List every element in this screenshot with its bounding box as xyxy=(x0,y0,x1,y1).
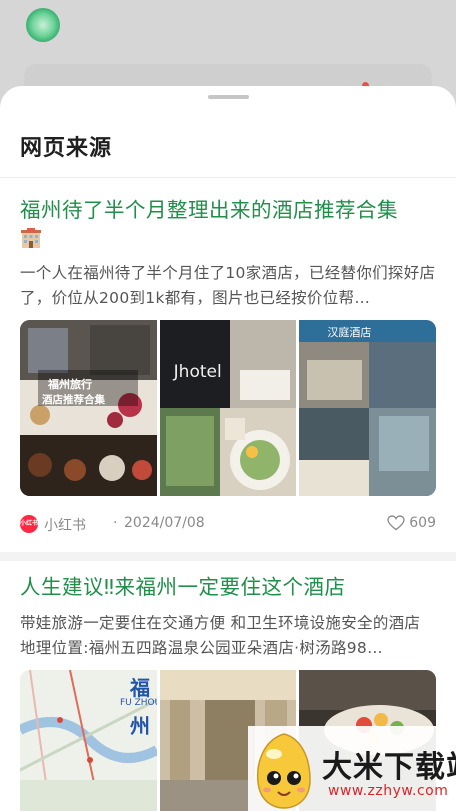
image-caption: 福州旅行 xyxy=(48,378,92,391)
source-name: 小红书 xyxy=(44,518,86,534)
result-image-gallery[interactable]: 福州旅行 酒店推荐合集 Jhotel 汉庭酒店 xyxy=(20,320,436,496)
gallery-image[interactable]: 汉庭酒店 xyxy=(299,320,436,496)
result-card[interactable]: 福州待了半个月整理出来的酒店推荐合集 一个人在福州待了半个月住了10家酒店，已经… xyxy=(20,196,436,311)
rice-mascot-icon xyxy=(256,733,311,809)
meta-separator: · xyxy=(113,515,118,531)
result-title[interactable]: 人生建议‼来福州一定要住这个酒店 xyxy=(20,573,436,601)
publish-date: 2024/07/08 xyxy=(124,515,205,531)
sources-bottom-sheet: 网页来源 福州待了半个月整理出来的酒店推荐合集 一个人在福州待了半个月住了10家… xyxy=(0,86,456,811)
image-caption: 汉庭酒店 xyxy=(327,326,372,339)
hotel-emoji-icon xyxy=(20,227,42,249)
heart-icon xyxy=(387,515,405,531)
result-title[interactable]: 福州待了半个月整理出来的酒店推荐合集 xyxy=(20,196,436,224)
result-description: 带娃旅游一定要住在交通方便 和卫生环境设施安全的酒店 地理位置:福州五四路温泉公… xyxy=(20,614,421,657)
xiaohongshu-logo-icon: 小红书 xyxy=(20,515,38,533)
gallery-image[interactable]: 福州旅行 酒店推荐合集 xyxy=(20,320,157,496)
gallery-image[interactable]: 福 FU ZHOU 州 xyxy=(20,670,157,811)
gallery-image[interactable]: Jhotel xyxy=(159,320,297,496)
sheet-title: 网页来源 xyxy=(20,136,113,161)
watermark-url: www.zzhyw.com xyxy=(328,783,449,799)
image-caption: Jhotel xyxy=(173,362,222,382)
watermark-title: 大米下载站 xyxy=(322,750,456,785)
result-description: 一个人在福州待了半个月住了10家酒店，已经替你们探好店了，价位从200到1k都有… xyxy=(20,264,436,307)
map-label: 州 xyxy=(130,714,150,738)
map-label: 福 xyxy=(130,676,150,700)
image-caption: 酒店推荐合集 xyxy=(42,394,105,406)
like-number: 609 xyxy=(409,515,436,531)
map-label: FU ZHOU xyxy=(120,698,157,708)
result-meta: 小红书 小红书 · 2024/07/08 609 xyxy=(20,514,436,534)
assistant-orb-icon xyxy=(26,8,60,42)
section-divider xyxy=(0,552,456,561)
drag-handle[interactable] xyxy=(208,95,249,99)
divider xyxy=(0,177,456,178)
result-card[interactable]: 人生建议‼来福州一定要住这个酒店 带娃旅游一定要住在交通方便 和卫生环境设施安全… xyxy=(20,573,436,661)
like-count[interactable]: 609 xyxy=(387,515,436,531)
watermark: 大米下载站 www.zzhyw.com xyxy=(248,726,456,811)
